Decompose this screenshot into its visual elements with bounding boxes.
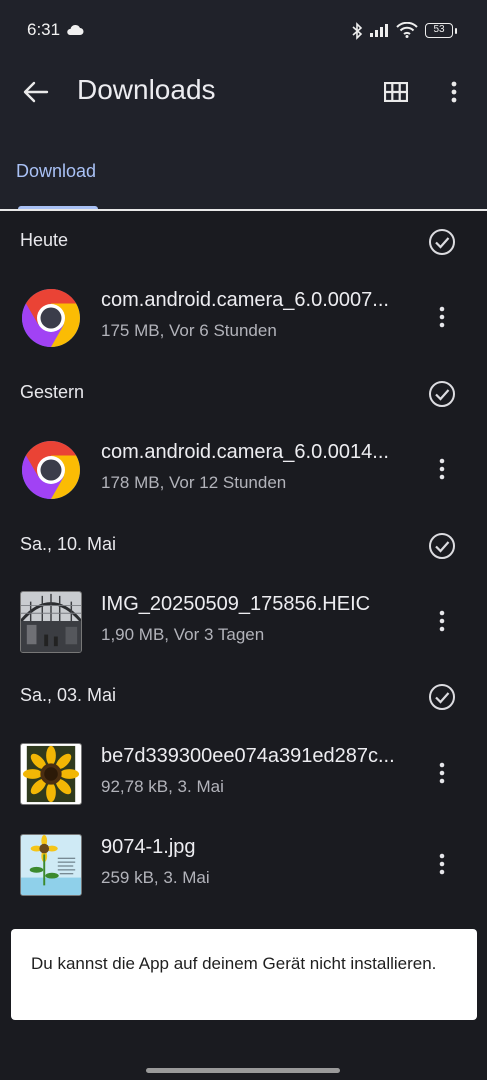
file-name: IMG_20250509_175856.HEIC — [101, 593, 371, 615]
file-name: com.android.camera_6.0.0014... — [101, 441, 389, 463]
arrow-back-icon — [23, 81, 49, 103]
sunflower-card-thumbnail — [20, 834, 82, 896]
sunflower-thumbnail — [20, 743, 82, 805]
chrome-icon — [22, 289, 80, 347]
section-header: Gestern — [0, 370, 487, 418]
file-meta: 1,90 MB, Vor 3 Tagen — [101, 625, 265, 644]
section-title: Heute — [20, 230, 69, 250]
toast-message: Du kannst die App auf deinem Gerät nicht… — [11, 929, 477, 1020]
item-more-button[interactable] — [424, 753, 460, 793]
section-title: Sa., 10. Mai — [20, 534, 117, 554]
section-header: Sa., 03. Mai — [0, 673, 487, 721]
section-header: Sa., 10. Mai — [0, 522, 487, 570]
grid-icon — [384, 82, 408, 102]
download-item[interactable]: IMG_20250509_175856.HEIC 1,90 MB, Vor 3 … — [0, 581, 487, 661]
status-bar: 6:31 53 — [0, 0, 487, 62]
item-more-button[interactable] — [424, 844, 460, 884]
signal-icon — [370, 24, 388, 37]
more-vert-icon — [439, 853, 445, 875]
check-circle-icon — [429, 533, 455, 559]
bluetooth-icon — [352, 22, 363, 40]
download-item[interactable]: com.android.camera_6.0.0014... 178 MB, V… — [0, 429, 487, 509]
section-title: Sa., 03. Mai — [20, 685, 117, 705]
file-meta: 175 MB, Vor 6 Stunden — [101, 321, 277, 340]
app-bar: Downloads Download — [0, 62, 487, 210]
more-options-button[interactable] — [434, 72, 474, 112]
download-item[interactable]: 9074-1.jpg 259 kB, 3. Mai — [0, 824, 487, 904]
status-time: 6:31 — [27, 20, 61, 39]
gesture-nav-bar[interactable] — [146, 1068, 340, 1073]
grid-view-button[interactable] — [376, 72, 416, 112]
toast-text: Du kannst die App auf deinem Gerät nicht… — [31, 954, 437, 973]
more-vert-icon — [439, 458, 445, 480]
battery-nub — [455, 28, 457, 34]
more-vert-icon — [439, 306, 445, 328]
file-meta: 259 kB, 3. Mai — [101, 868, 210, 887]
more-vert-icon — [451, 81, 457, 103]
select-section-button[interactable] — [426, 378, 458, 410]
select-section-button[interactable] — [426, 681, 458, 713]
file-name: be7d339300ee074a391ed287c... — [101, 745, 395, 767]
tab-download-label: Download — [16, 161, 97, 181]
file-name: 9074-1.jpg — [101, 836, 196, 858]
item-more-button[interactable] — [424, 601, 460, 641]
check-circle-icon — [429, 381, 455, 407]
check-circle-icon — [429, 229, 455, 255]
wifi-icon — [396, 22, 418, 38]
file-meta: 92,78 kB, 3. Mai — [101, 777, 224, 796]
page-title: Downloads — [77, 74, 216, 105]
section-title: Gestern — [20, 382, 85, 402]
select-section-button[interactable] — [426, 530, 458, 562]
photo-thumbnail — [20, 591, 82, 653]
tab-download[interactable]: Download — [0, 148, 98, 210]
download-item[interactable]: com.android.camera_6.0.0007... 175 MB, V… — [0, 277, 487, 357]
item-more-button[interactable] — [424, 449, 460, 489]
item-more-button[interactable] — [424, 297, 460, 337]
check-circle-icon — [429, 684, 455, 710]
battery-indicator: 53 — [425, 23, 453, 38]
more-vert-icon — [439, 610, 445, 632]
back-button[interactable] — [16, 72, 56, 112]
file-meta: 178 MB, Vor 12 Stunden — [101, 473, 287, 492]
section-header: Heute — [0, 218, 487, 266]
cloud-icon — [67, 24, 84, 35]
downloads-screen: 6:31 53 Downloads Download Heute com.and… — [0, 0, 487, 1080]
more-vert-icon — [439, 762, 445, 784]
download-item[interactable]: be7d339300ee074a391ed287c... 92,78 kB, 3… — [0, 733, 487, 813]
select-section-button[interactable] — [426, 226, 458, 258]
chrome-icon — [22, 441, 80, 499]
file-name: com.android.camera_6.0.0007... — [101, 289, 389, 311]
tab-divider — [0, 209, 487, 211]
